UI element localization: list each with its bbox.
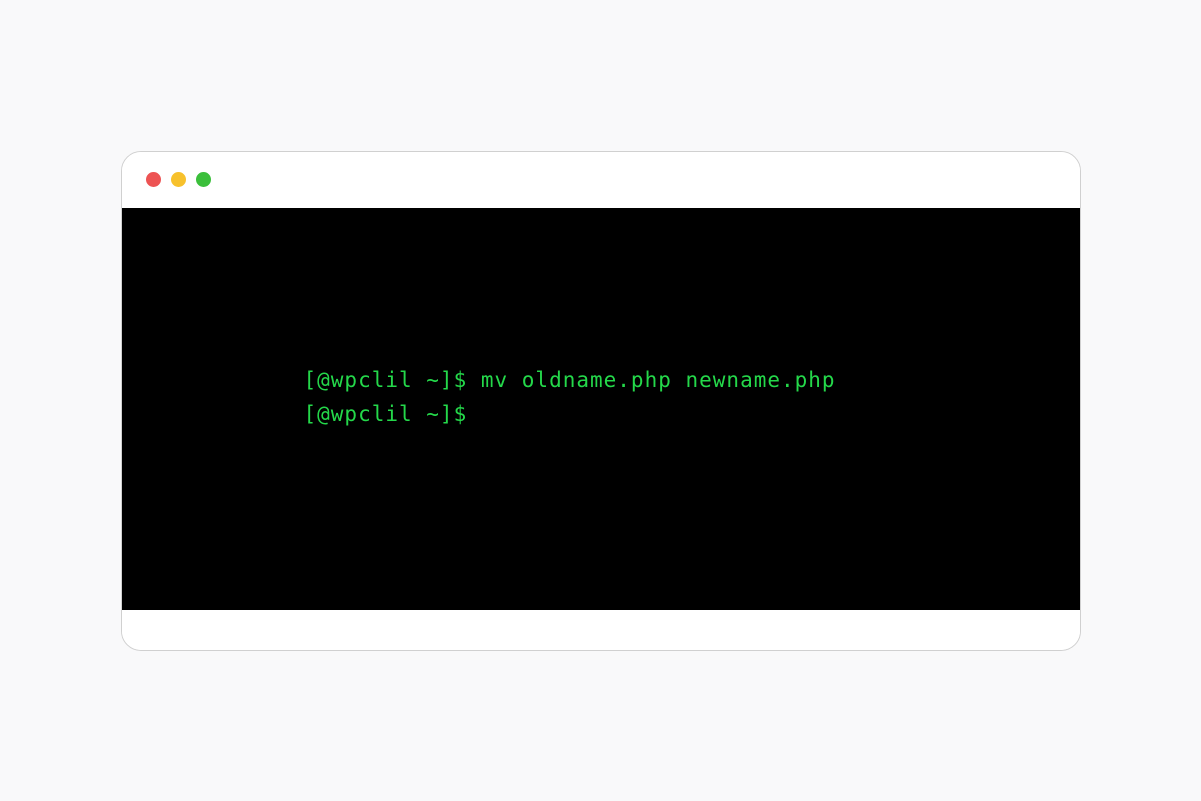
terminal-line: [@wpclil ~]$ mv oldname.php newname.php [304,363,1080,398]
close-icon[interactable] [146,172,161,187]
minimize-icon[interactable] [171,172,186,187]
terminal-prompt: [@wpclil ~]$ [304,397,1080,432]
terminal-window: [@wpclil ~]$ mv oldname.php newname.php[… [121,151,1081,651]
zoom-icon[interactable] [196,172,211,187]
terminal-body[interactable]: [@wpclil ~]$ mv oldname.php newname.php[… [122,208,1080,610]
window-footer [122,610,1080,650]
window-titlebar [122,152,1080,208]
